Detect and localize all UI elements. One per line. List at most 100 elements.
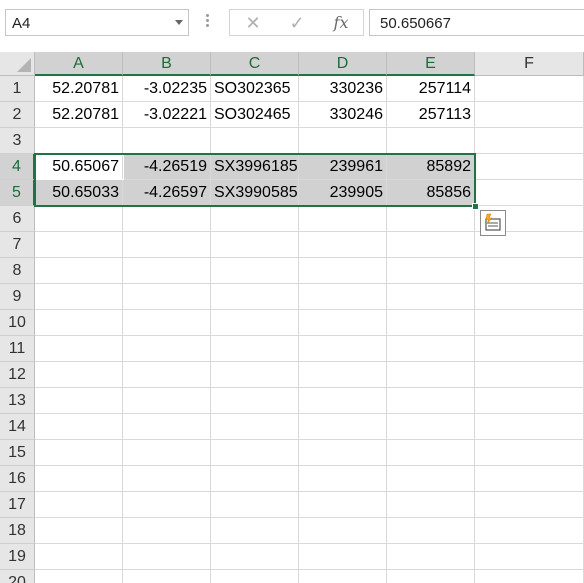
cell-f20[interactable]	[475, 570, 584, 583]
column-header-d[interactable]: D	[299, 52, 387, 76]
column-header-e[interactable]: E	[387, 52, 475, 76]
cell-d10[interactable]	[299, 310, 387, 336]
cell-d20[interactable]	[299, 570, 387, 583]
cell-c4[interactable]: SX3996185	[211, 154, 299, 180]
cell-c11[interactable]	[211, 336, 299, 362]
cell-f14[interactable]	[475, 414, 584, 440]
cell-f17[interactable]	[475, 492, 584, 518]
cell-a13[interactable]	[35, 388, 123, 414]
cell-e4[interactable]: 85892	[387, 154, 475, 180]
cell-d4[interactable]: 239961	[299, 154, 387, 180]
cell-c8[interactable]	[211, 258, 299, 284]
cell-b17[interactable]	[123, 492, 211, 518]
cell-c16[interactable]	[211, 466, 299, 492]
cell-f2[interactable]	[475, 102, 584, 128]
cell-c6[interactable]	[211, 206, 299, 232]
cell-f8[interactable]	[475, 258, 584, 284]
row-header-20[interactable]: 20	[0, 570, 35, 583]
cell-f16[interactable]	[475, 466, 584, 492]
cell-a20[interactable]	[35, 570, 123, 583]
row-header-19[interactable]: 19	[0, 544, 35, 570]
cell-f13[interactable]	[475, 388, 584, 414]
row-header-13[interactable]: 13	[0, 388, 35, 414]
cell-b15[interactable]	[123, 440, 211, 466]
column-header-b[interactable]: B	[123, 52, 211, 76]
cell-a16[interactable]	[35, 466, 123, 492]
cell-b10[interactable]	[123, 310, 211, 336]
cell-e20[interactable]	[387, 570, 475, 583]
cell-e7[interactable]	[387, 232, 475, 258]
cell-d9[interactable]	[299, 284, 387, 310]
cell-c1[interactable]: SO302365	[211, 76, 299, 102]
cell-b6[interactable]	[123, 206, 211, 232]
cell-c9[interactable]	[211, 284, 299, 310]
row-header-5[interactable]: 5	[0, 180, 35, 206]
cell-c15[interactable]	[211, 440, 299, 466]
cell-a12[interactable]	[35, 362, 123, 388]
cell-f10[interactable]	[475, 310, 584, 336]
row-header-15[interactable]: 15	[0, 440, 35, 466]
cell-e10[interactable]	[387, 310, 475, 336]
row-header-4[interactable]: 4	[0, 154, 35, 180]
name-box[interactable]: A4	[5, 9, 189, 36]
cell-d1[interactable]: 330236	[299, 76, 387, 102]
cell-f5[interactable]	[475, 180, 584, 206]
cell-f1[interactable]	[475, 76, 584, 102]
cell-f18[interactable]	[475, 518, 584, 544]
cell-a9[interactable]	[35, 284, 123, 310]
cell-a3[interactable]	[35, 128, 123, 154]
cell-e8[interactable]	[387, 258, 475, 284]
cell-d16[interactable]	[299, 466, 387, 492]
row-header-8[interactable]: 8	[0, 258, 35, 284]
cell-c20[interactable]	[211, 570, 299, 583]
cell-d19[interactable]	[299, 544, 387, 570]
cell-a17[interactable]	[35, 492, 123, 518]
cell-f12[interactable]	[475, 362, 584, 388]
cell-e6[interactable]	[387, 206, 475, 232]
cell-f9[interactable]	[475, 284, 584, 310]
drag-handle-icon[interactable]	[206, 12, 210, 32]
cell-b12[interactable]	[123, 362, 211, 388]
cell-b13[interactable]	[123, 388, 211, 414]
row-header-10[interactable]: 10	[0, 310, 35, 336]
cell-a18[interactable]	[35, 518, 123, 544]
cell-b5[interactable]: -4.26597	[123, 180, 211, 206]
cell-a5[interactable]: 50.65033	[35, 180, 123, 206]
cell-e1[interactable]: 257114	[387, 76, 475, 102]
cell-c18[interactable]	[211, 518, 299, 544]
cell-a4[interactable]: 50.65067	[35, 154, 123, 180]
cell-e19[interactable]	[387, 544, 475, 570]
cell-e16[interactable]	[387, 466, 475, 492]
cell-d12[interactable]	[299, 362, 387, 388]
row-header-3[interactable]: 3	[0, 128, 35, 154]
enter-icon[interactable]: ✓	[282, 11, 312, 35]
row-header-14[interactable]: 14	[0, 414, 35, 440]
cell-c5[interactable]: SX3990585	[211, 180, 299, 206]
cell-b8[interactable]	[123, 258, 211, 284]
cell-f19[interactable]	[475, 544, 584, 570]
cell-b4[interactable]: -4.26519	[123, 154, 211, 180]
cell-f15[interactable]	[475, 440, 584, 466]
cell-d11[interactable]	[299, 336, 387, 362]
cell-d13[interactable]	[299, 388, 387, 414]
row-header-7[interactable]: 7	[0, 232, 35, 258]
cell-e15[interactable]	[387, 440, 475, 466]
cell-c10[interactable]	[211, 310, 299, 336]
cell-a15[interactable]	[35, 440, 123, 466]
column-header-c[interactable]: C	[211, 52, 299, 76]
cell-a6[interactable]	[35, 206, 123, 232]
cell-c17[interactable]	[211, 492, 299, 518]
cell-b19[interactable]	[123, 544, 211, 570]
cell-b16[interactable]	[123, 466, 211, 492]
cell-b2[interactable]: -3.02221	[123, 102, 211, 128]
row-header-1[interactable]: 1	[0, 76, 35, 102]
cell-f11[interactable]	[475, 336, 584, 362]
row-header-16[interactable]: 16	[0, 466, 35, 492]
cell-b3[interactable]	[123, 128, 211, 154]
cell-c19[interactable]	[211, 544, 299, 570]
cell-b7[interactable]	[123, 232, 211, 258]
row-header-9[interactable]: 9	[0, 284, 35, 310]
row-header-11[interactable]: 11	[0, 336, 35, 362]
cell-a1[interactable]: 52.20781	[35, 76, 123, 102]
cell-e2[interactable]: 257113	[387, 102, 475, 128]
